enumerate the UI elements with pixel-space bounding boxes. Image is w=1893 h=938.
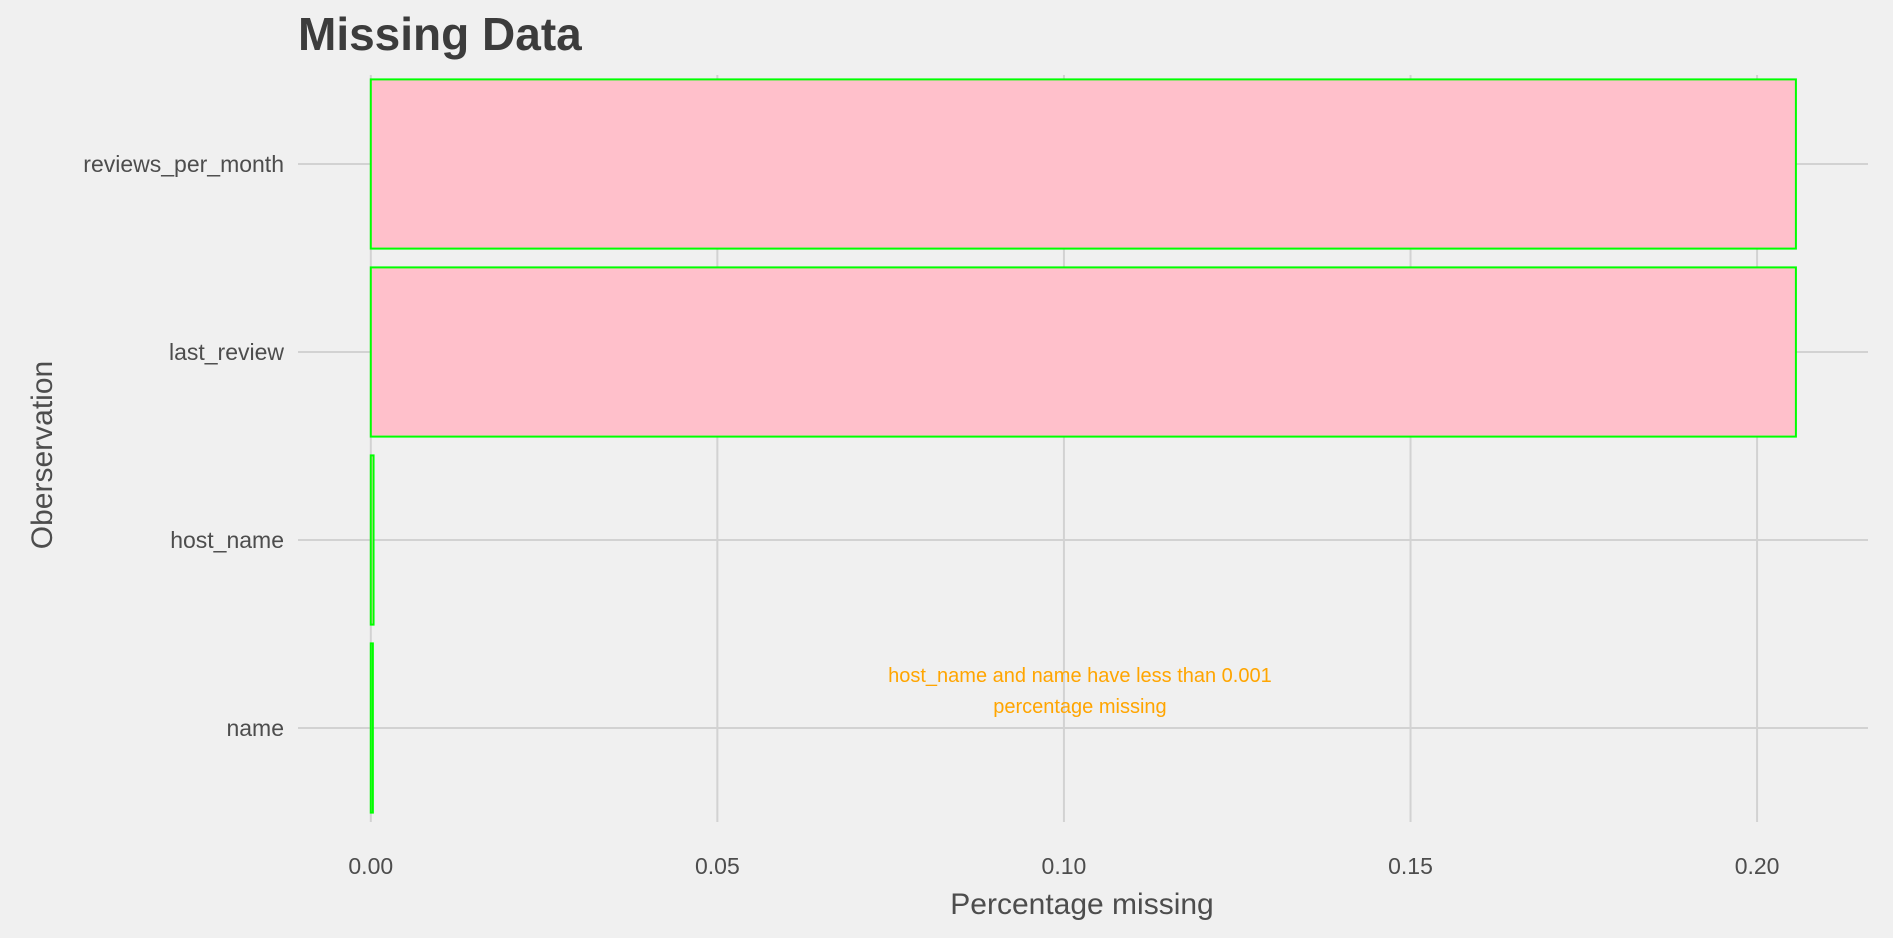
x-axis-title: Percentage missing (950, 888, 1213, 921)
annotation-line-1: host_name and name have less than 0.001 (888, 665, 1272, 687)
y-tick-label: last_review (169, 339, 284, 365)
x-tick-label: 0.05 (695, 853, 740, 879)
x-tick-label: 0.00 (348, 853, 393, 879)
chart: 0.00 0.05 0.10 0.15 0.20 reviews_per_monthlas… (26, 8, 1868, 921)
x-tick-label: 0.20 (1735, 853, 1780, 879)
bar-host-name (369, 454, 375, 626)
bar-reviews-per-month (369, 78, 1797, 250)
annotation-line-2: percentage missing (993, 696, 1166, 718)
label-layer: 0.00 0.05 0.10 0.15 0.20 reviews_per_monthlas… (83, 151, 1779, 879)
y-tick-label: name (226, 715, 284, 741)
y-tick-label: reviews_per_month (83, 151, 284, 177)
bar-name (369, 642, 374, 814)
bar-last-review (369, 266, 1797, 438)
y-tick-label: host_name (170, 527, 284, 553)
y-axis-title: Oberservation (26, 361, 59, 549)
x-tick-label: 0.10 (1042, 853, 1087, 879)
x-tick-label: 0.15 (1388, 853, 1433, 879)
annotation: host_name and name have less than 0.001 … (888, 665, 1272, 718)
chart-title: Missing Data (298, 8, 582, 60)
